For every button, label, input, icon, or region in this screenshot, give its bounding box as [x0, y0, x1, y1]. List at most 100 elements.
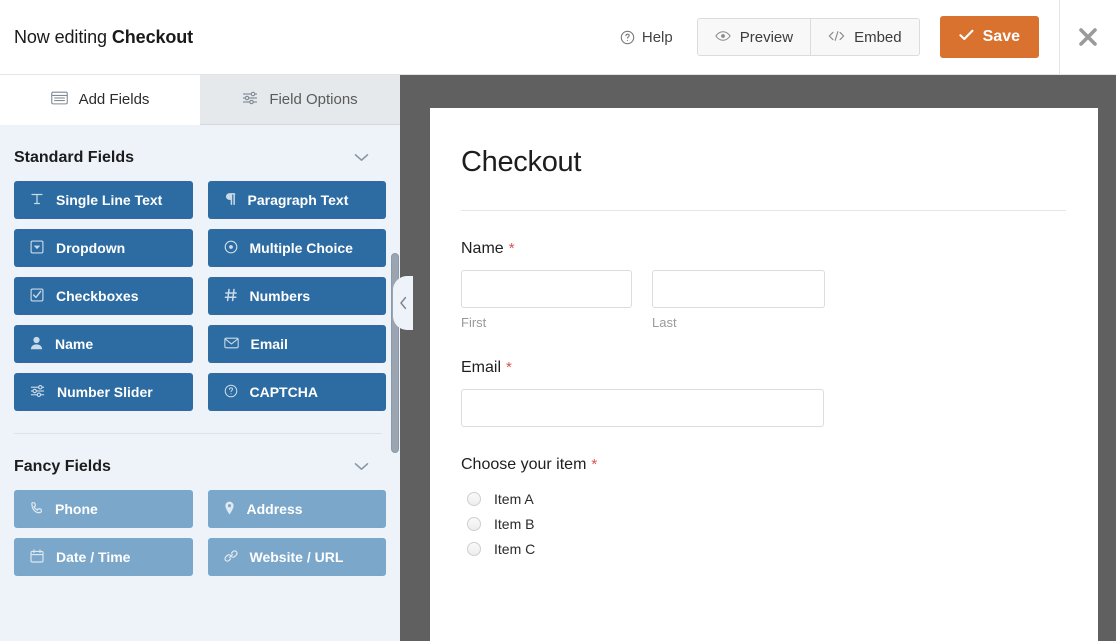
name-last-input[interactable] [652, 270, 825, 308]
radio-option-item-c[interactable]: Item C [461, 536, 1066, 561]
field-label: Website / URL [250, 549, 344, 565]
field-button-numbers[interactable]: Numbers [208, 277, 387, 315]
form-field-choose-your-item[interactable]: Choose your item * Item A Item B Item C [461, 427, 1066, 561]
fancy-fields-grid: Phone Address [14, 490, 386, 576]
required-marker: * [591, 456, 597, 473]
field-button-number-slider[interactable]: Number Slider [14, 373, 193, 411]
radio-option-item-a[interactable]: Item A [461, 486, 1066, 511]
field-label: Numbers [250, 288, 311, 304]
radio-circle-icon [224, 240, 238, 257]
user-icon [30, 336, 43, 353]
name-first-group: First [461, 270, 632, 330]
field-button-checkboxes[interactable]: Checkboxes [14, 277, 193, 315]
embed-button[interactable]: Embed [810, 19, 919, 55]
name-last-group: Last [652, 270, 825, 330]
top-toolbar: Now editing Checkout Help [0, 0, 1116, 75]
field-button-name[interactable]: Name [14, 325, 193, 363]
field-label: Email [251, 336, 288, 352]
email-input[interactable] [461, 389, 824, 427]
close-builder-button[interactable] [1060, 0, 1116, 75]
code-icon [828, 29, 845, 46]
save-label: Save [983, 28, 1020, 46]
dropdown-caret-box-icon [30, 240, 44, 257]
field-label: Single Line Text [56, 192, 162, 208]
eye-icon [715, 29, 731, 46]
field-label: Checkboxes [56, 288, 138, 304]
tab-add-fields[interactable]: Add Fields [0, 75, 200, 125]
section-fancy-fields-title: Fancy Fields [14, 458, 111, 476]
editing-form-name: Checkout [112, 27, 193, 47]
name-subfields-row: First Last [461, 270, 1066, 330]
phone-icon [30, 501, 43, 518]
radio-circle-icon[interactable] [467, 517, 481, 531]
question-circle-icon [620, 30, 635, 45]
sidebar-tabs: Add Fields Field Options [0, 75, 400, 125]
field-button-captcha[interactable]: CAPTCHA [208, 373, 387, 411]
radio-option-item-b[interactable]: Item B [461, 511, 1066, 536]
section-fancy-fields-header[interactable]: Fancy Fields [14, 434, 386, 490]
calendar-icon [30, 549, 44, 566]
field-label: Address [247, 501, 303, 517]
form-preview-area: Checkout Name * First Last [400, 75, 1116, 641]
preview-label: Preview [740, 29, 793, 46]
field-label: CAPTCHA [250, 384, 318, 400]
toolbar-actions: Help Preview [616, 0, 1116, 74]
standard-fields-grid: Single Line Text Paragraph Text [14, 181, 386, 411]
radio-options-list: Item A Item B Item C [461, 486, 1066, 561]
tab-add-fields-label: Add Fields [79, 91, 150, 108]
envelope-icon [224, 336, 239, 352]
text-cursor-icon [30, 192, 44, 209]
chevron-down-icon[interactable] [354, 458, 369, 476]
sliders-icon [30, 384, 45, 401]
chevron-left-icon [399, 296, 408, 310]
required-marker: * [506, 359, 512, 376]
check-icon [959, 28, 974, 46]
field-button-single-line-text[interactable]: Single Line Text [14, 181, 193, 219]
tab-field-options-label: Field Options [269, 91, 357, 108]
section-standard-fields-header[interactable]: Standard Fields [14, 125, 386, 181]
link-chain-icon [224, 549, 238, 566]
field-button-paragraph-text[interactable]: Paragraph Text [208, 181, 387, 219]
field-label: Date / Time [56, 549, 130, 565]
close-x-icon [1077, 26, 1099, 48]
preview-button[interactable]: Preview [698, 19, 810, 55]
window-list-icon [51, 91, 68, 109]
help-button[interactable]: Help [616, 23, 677, 52]
name-first-input[interactable] [461, 270, 632, 308]
save-button[interactable]: Save [940, 16, 1039, 58]
builder-sidebar: Add Fields Field Options [0, 75, 400, 641]
name-first-sublabel: First [461, 315, 632, 330]
tab-field-options[interactable]: Field Options [200, 75, 400, 125]
field-button-email[interactable]: Email [208, 325, 387, 363]
editing-prefix: Now editing [14, 27, 107, 47]
field-label: Dropdown [56, 240, 125, 256]
sidebar-collapse-handle[interactable] [393, 276, 413, 330]
hash-icon [224, 288, 238, 305]
radio-circle-icon[interactable] [467, 542, 481, 556]
radio-circle-icon[interactable] [467, 492, 481, 506]
field-label: Multiple Choice [250, 240, 353, 256]
field-button-phone[interactable]: Phone [14, 490, 193, 528]
field-label: Phone [55, 501, 98, 517]
form-builder-app: Now editing Checkout Help [0, 0, 1116, 641]
checkbox-checked-icon [30, 288, 44, 305]
form-field-name-label: Name * [461, 240, 1066, 258]
form-field-email[interactable]: Email * [461, 330, 1066, 427]
required-marker: * [509, 240, 515, 257]
question-circle-icon [224, 384, 238, 401]
field-button-multiple-choice[interactable]: Multiple Choice [208, 229, 387, 267]
field-label: Number Slider [57, 384, 153, 400]
embed-label: Embed [854, 29, 902, 46]
field-button-date-time[interactable]: Date / Time [14, 538, 193, 576]
radio-option-label: Item A [494, 491, 534, 507]
field-button-website-url[interactable]: Website / URL [208, 538, 387, 576]
field-button-dropdown[interactable]: Dropdown [14, 229, 193, 267]
pilcrow-icon [224, 192, 236, 209]
map-pin-icon [224, 501, 235, 518]
sliders-icon [242, 91, 258, 109]
name-last-sublabel: Last [652, 315, 825, 330]
field-button-address[interactable]: Address [208, 490, 387, 528]
form-field-choose-your-item-label: Choose your item * [461, 456, 1066, 474]
chevron-down-icon[interactable] [354, 149, 369, 167]
form-field-name[interactable]: Name * First Last [461, 211, 1066, 330]
